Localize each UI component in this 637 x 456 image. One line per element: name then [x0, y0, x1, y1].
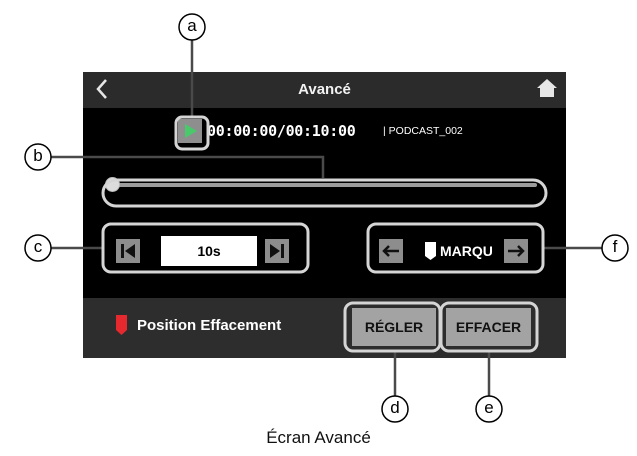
title-bar: Avancé	[83, 72, 566, 108]
callout-a-label: a	[187, 16, 197, 35]
skip-forward-button[interactable]	[265, 239, 289, 263]
play-icon	[185, 124, 197, 138]
page-title: Avancé	[298, 81, 351, 98]
time-display: 00:00:00/00:10:00	[207, 122, 356, 140]
file-name: | PODCAST_002	[383, 125, 463, 137]
callout-c-label: c	[33, 237, 43, 256]
marker-label: MARQU	[440, 243, 493, 259]
skip-back-button[interactable]	[116, 239, 140, 263]
marker-prev-button[interactable]	[379, 239, 403, 263]
figure-caption: Écran Avancé	[266, 428, 371, 447]
set-button[interactable]: RÉGLER	[352, 308, 436, 346]
skip-interval-display[interactable]: 10s	[161, 236, 257, 266]
play-button[interactable]	[178, 119, 202, 143]
arrow-right-icon	[508, 245, 525, 257]
progress-track[interactable]	[109, 183, 537, 187]
advanced-screen: Avancé 00:00:00/00:10:00 | PODCAST_002 1…	[83, 72, 566, 358]
progress-knob[interactable]	[105, 177, 120, 192]
erase-position-label: Position Effacement	[137, 317, 282, 334]
clear-button[interactable]: EFFACER	[446, 308, 531, 346]
marker-next-button[interactable]	[504, 239, 528, 263]
skip-back-icon	[121, 244, 135, 258]
callout-e-label: e	[484, 398, 494, 417]
arrow-left-icon	[382, 245, 399, 257]
callout-b-label: b	[33, 146, 43, 165]
callout-d-label: d	[390, 398, 400, 417]
callout-f-label: f	[612, 237, 618, 256]
skip-forward-icon	[270, 244, 284, 258]
erase-marker-icon	[116, 315, 127, 335]
marker-flag-icon	[425, 242, 436, 260]
home-icon[interactable]	[536, 77, 558, 101]
bottom-bar: Position Effacement RÉGLER EFFACER	[83, 298, 566, 358]
